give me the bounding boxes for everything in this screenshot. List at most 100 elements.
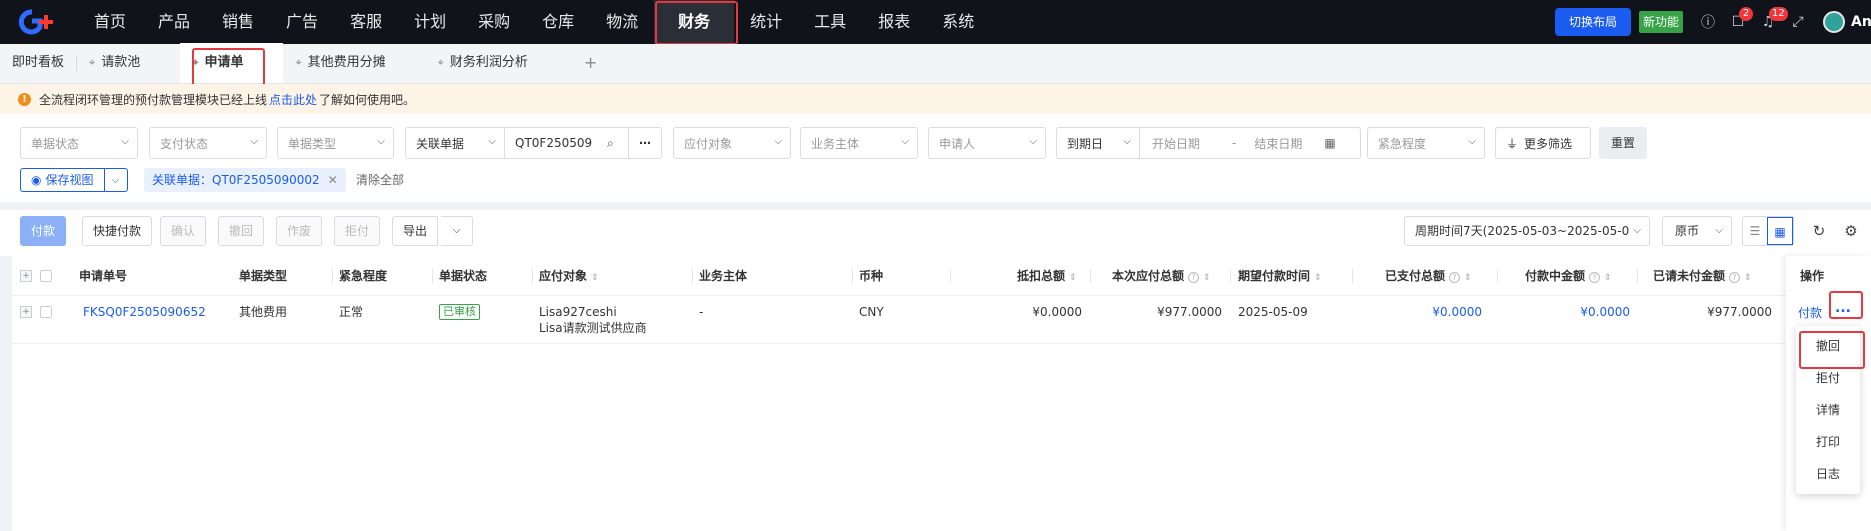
menu-sales[interactable]: 销售 (206, 0, 270, 44)
paying-link[interactable]: ¥0.0000 (1520, 296, 1630, 320)
menu-home[interactable]: 首页 (78, 0, 142, 44)
menu-system[interactable]: 系统 (926, 0, 990, 44)
entity-select[interactable]: 业务主体 ⌵ (800, 127, 918, 159)
col-unpaid[interactable]: 已请未付金额? ⇕ (1653, 256, 1752, 296)
pay-button[interactable]: 付款 (20, 216, 67, 246)
row-checkbox[interactable] (40, 306, 52, 318)
request-no-link[interactable]: FKSQ0F2505090652 (83, 296, 206, 320)
col-doc-type[interactable]: 单据类型 (239, 256, 287, 296)
help-icon[interactable]: ? (1188, 272, 1200, 283)
start-date-input[interactable]: 开始日期 (1152, 135, 1200, 152)
close-icon[interactable]: ✕ (328, 173, 338, 187)
help-icon[interactable]: ? (1729, 272, 1741, 283)
menu-service[interactable]: 客服 (334, 0, 398, 44)
col-payee[interactable]: 应付对象 ⇕ (539, 256, 599, 296)
sort-icon[interactable]: ⇕ (1744, 273, 1752, 283)
col-entity[interactable]: 业务主体 (699, 256, 747, 296)
menu-reports[interactable]: 报表 (862, 0, 926, 44)
menu-stats[interactable]: 统计 (734, 0, 798, 44)
row-more-icon[interactable]: ... (1832, 300, 1854, 320)
sort-icon[interactable]: ⇕ (1203, 273, 1211, 283)
tab-dashboard[interactable]: 即时看板 (0, 43, 76, 83)
related-doc-select[interactable]: 关联单据 ⌵ (405, 127, 505, 159)
bell-icon[interactable]: ♫ 12 (1753, 0, 1788, 44)
table-row[interactable]: + FKSQ0F2505090652 其他费用 正常 已审核 Lisa927ce… (12, 296, 1787, 344)
dropdown-log[interactable]: 日志 (1796, 458, 1860, 490)
expand-row-icon[interactable]: + (20, 306, 32, 318)
col-urgency[interactable]: 紧急程度 (339, 256, 387, 296)
menu-tools[interactable]: 工具 (798, 0, 862, 44)
col-expect-date[interactable]: 期望付款时间 ⇕ (1238, 256, 1322, 296)
end-date-input[interactable]: 结束日期 (1254, 135, 1302, 152)
tab-application[interactable]: ⌖ 申请单 (180, 43, 284, 83)
tab-request-pool[interactable]: ⌖ 请款池 (77, 43, 180, 83)
pay-status-select[interactable]: 支付状态 ⌵ (149, 127, 267, 159)
sort-icon[interactable]: ⇕ (1069, 273, 1077, 283)
app-logo[interactable] (0, 0, 78, 44)
help-icon[interactable]: ? (1589, 272, 1601, 283)
reject-button[interactable]: 拒付 (334, 216, 381, 246)
menu-logistics[interactable]: 物流 (590, 0, 654, 44)
help-icon[interactable]: ⓘ (1693, 0, 1723, 44)
sort-icon[interactable]: ⇕ (1464, 273, 1472, 283)
paid-link[interactable]: ¥0.0000 (1372, 296, 1482, 320)
search-icon[interactable]: ⌕ (607, 136, 614, 151)
doc-status-select[interactable]: 单据状态 ⌵ (20, 127, 138, 159)
settings-icon[interactable]: ⚙ (1840, 220, 1862, 242)
applicant-select[interactable]: 申请人 ⌵ (928, 127, 1046, 159)
help-icon[interactable]: ? (1449, 272, 1461, 283)
more-filters-button[interactable]: ⏚ 更多筛选 (1495, 127, 1591, 159)
menu-warehouse[interactable]: 仓库 (526, 0, 590, 44)
export-dropdown-button[interactable]: ⌵ (441, 216, 473, 246)
confirm-button[interactable]: 确认 (160, 216, 207, 246)
col-status[interactable]: 单据状态 (439, 256, 487, 296)
col-paid[interactable]: 已支付总额? ⇕ (1385, 256, 1472, 296)
user-name[interactable]: Ann (1851, 14, 1871, 30)
chevron-down-icon[interactable]: ⌵ (105, 175, 127, 186)
dropdown-revoke[interactable]: 撤回 (1796, 330, 1860, 362)
col-request-no[interactable]: 申请单号 (79, 256, 127, 296)
sort-icon[interactable]: ⇕ (591, 273, 599, 283)
refresh-icon[interactable]: ↻ (1808, 220, 1830, 242)
tab-profit-analysis[interactable]: ⌖ 财务利润分析 (426, 43, 568, 83)
menu-product[interactable]: 产品 (142, 0, 206, 44)
date-range-picker[interactable]: 开始日期 - 结束日期 ▦ (1139, 127, 1361, 159)
tab-other-cost[interactable]: ⌖ 其他费用分摊 (283, 43, 425, 83)
urgency-select[interactable]: 紧急程度 ⌵ (1367, 127, 1485, 159)
dropdown-detail[interactable]: 详情 (1796, 394, 1860, 426)
payee-select[interactable]: 应付对象 ⌵ (673, 127, 791, 159)
expand-all-icon[interactable]: + (20, 270, 32, 282)
period-select[interactable]: 周期时间7天(2025-05-03~2025-05-09) ⌵ (1404, 216, 1650, 246)
due-date-select[interactable]: 到期日 ⌵ (1056, 127, 1140, 159)
currency-select[interactable]: 原币 ⌵ (1662, 216, 1732, 246)
related-doc-input[interactable]: QT0F250509 ⌕ (505, 127, 629, 159)
dropdown-reject[interactable]: 拒付 (1796, 362, 1860, 394)
grid-view-icon[interactable]: ▦ (1767, 217, 1793, 245)
export-button[interactable]: 导出 (392, 216, 439, 246)
save-view-main[interactable]: ◉ 保存视图 (21, 169, 105, 191)
select-all-checkbox[interactable] (40, 270, 52, 282)
notice-link[interactable]: 点击此处 (269, 91, 317, 108)
col-deduct[interactable]: 抵扣总额 ⇕ (1017, 256, 1077, 296)
quick-pay-button[interactable]: 快捷付款 (82, 216, 153, 246)
doc-type-select[interactable]: 单据类型 ⌵ (277, 127, 394, 159)
sort-icon[interactable]: ⇕ (1604, 273, 1612, 283)
void-button[interactable]: 作废 (276, 216, 323, 246)
related-doc-more-button[interactable]: ⋯ (629, 127, 662, 159)
fullscreen-icon[interactable]: ⤢ (1783, 0, 1813, 44)
save-view-button[interactable]: ◉ 保存视图 ⌵ (20, 168, 128, 192)
dropdown-print[interactable]: 打印 (1796, 426, 1860, 458)
revoke-button[interactable]: 撤回 (218, 216, 265, 246)
avatar[interactable] (1823, 11, 1845, 33)
menu-finance[interactable]: 财务 (654, 0, 735, 44)
col-payable[interactable]: 本次应付总额? ⇕ (1112, 256, 1211, 296)
menu-purchase[interactable]: 采购 (462, 0, 526, 44)
menu-plan[interactable]: 计划 (398, 0, 462, 44)
reset-button[interactable]: 重置 (1599, 127, 1648, 159)
message-icon[interactable]: ☐ 2 (1723, 0, 1753, 44)
sort-icon[interactable]: ⇕ (1314, 273, 1322, 283)
list-view-icon[interactable]: ☰ (1743, 217, 1767, 245)
col-paying[interactable]: 付款中金额? ⇕ (1525, 256, 1612, 296)
clear-all-link[interactable]: 清除全部 (356, 168, 404, 192)
row-pay-link[interactable]: 付款 (1798, 304, 1822, 321)
